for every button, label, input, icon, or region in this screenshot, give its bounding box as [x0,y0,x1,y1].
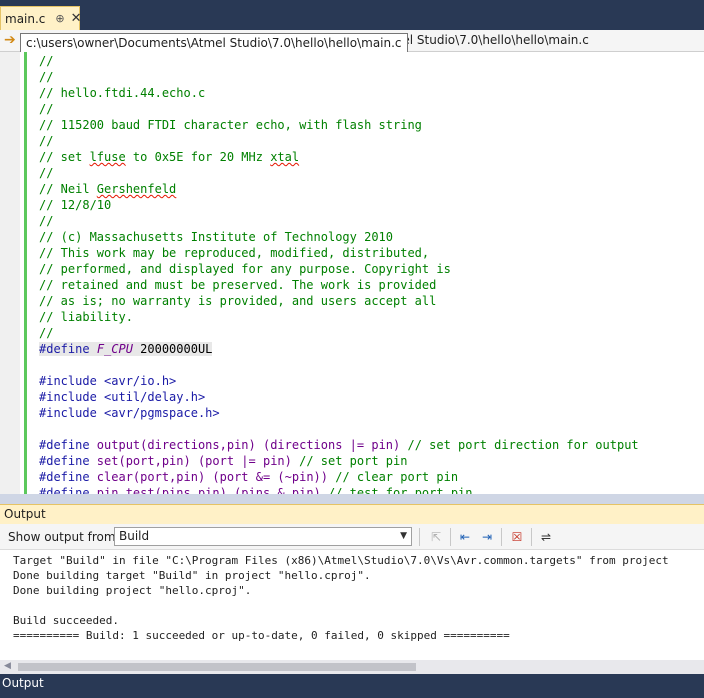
code-line: // [39,54,54,68]
output-window-title: Output [0,504,704,524]
code-editor[interactable]: // // // hello.ftdi.44.echo.c // // 1152… [0,52,704,494]
tab-label: main.c [5,11,46,26]
toggle-word-wrap-icon[interactable]: ⇌ [538,529,554,545]
tab-output[interactable]: Output [0,676,44,690]
code-line: #define set(port,pin) (port |= pin) // s… [39,454,408,468]
toolbar-separator [450,528,451,546]
output-source-dropdown[interactable]: Build ▼ [114,527,412,546]
code-line: // [39,134,54,148]
go-to-previous-message-icon[interactable]: ⇤ [457,529,473,545]
output-line: Target "Build" in file "C:\Program Files… [13,554,669,567]
code-line: #define pin_test(pins,pin) (pins & pin) … [39,486,473,494]
arrow-right-icon[interactable]: ➔ [4,33,18,47]
toolbar-separator [531,528,532,546]
go-to-next-message-icon[interactable]: ⇥ [479,529,495,545]
code-line: #include <avr/pgmspace.h> [39,406,220,420]
indicator-margin [0,52,20,494]
tool-window-tab-bar: Output [0,674,704,698]
file-path-tooltip: c:\users\owner\Documents\Atmel Studio\7.… [20,33,408,53]
change-tracking-bar [24,52,27,494]
document-tab-bar: main.c ⊕ ✕ [0,0,704,30]
code-line: // (c) Massachusetts Institute of Techno… [39,230,394,244]
chevron-down-icon: ▼ [400,531,407,541]
code-line: // as is; no warranty is provided, and u… [39,294,437,308]
output-text-area[interactable]: Target "Build" in file "C:\Program Files… [0,550,704,660]
pin-icon[interactable]: ⊕ [55,12,64,25]
code-line: #include <util/delay.h> [39,390,206,404]
output-line: Done building target "Build" in project … [13,569,371,582]
clear-all-icon[interactable]: ☒ [509,529,525,545]
scrollbar-thumb[interactable] [18,663,416,671]
file-path: Atmel Studio\7.0\hello\hello\main.c [378,33,589,47]
code-line: // set lfuse to 0x5E for 20 MHz xtal [39,150,300,164]
code-line: // [39,102,54,116]
code-line: #include <avr/io.h> [39,374,177,388]
code-line: // Neil Gershenfeld [39,182,177,196]
code-line: // 12/8/10 [39,198,112,212]
code-line: // retained and must be preserved. The w… [39,278,437,292]
code-line: // 115200 baud FTDI character echo, with… [39,118,422,132]
close-icon[interactable]: ✕ [71,11,82,26]
find-message-in-code-icon[interactable]: ⇱ [428,529,444,545]
code-line: // performed, and displayed for any purp… [39,262,451,276]
horizontal-scrollbar[interactable]: ◀ [0,660,704,674]
output-line: Build succeeded. [13,614,119,627]
code-line: // [39,214,54,228]
code-line: // hello.ftdi.44.echo.c [39,86,206,100]
code-line-current: #define F_CPU 20000000UL [39,342,213,356]
show-output-from-label: Show output from: [8,530,120,544]
scroll-left-icon[interactable]: ◀ [4,661,11,671]
code-line: // This work may be reproduced, modified… [39,246,430,260]
code-line: #define output(directions,pin) (directio… [39,438,639,452]
toolbar-separator [501,528,502,546]
code-line: // liability. [39,310,133,324]
output-toolbar: Show output from: Build ▼ ⇱ ⇤ ⇥ ☒ ⇌ [0,524,704,550]
code-line: // [39,326,54,340]
output-line: ========== Build: 1 succeeded or up-to-d… [13,629,510,642]
code-line: // [39,166,54,180]
toolbar-separator [419,528,420,546]
code-text[interactable]: // // // hello.ftdi.44.echo.c // // 1152… [39,53,639,494]
output-line: Done building project "hello.cproj". [13,584,252,597]
tab-main-c[interactable]: main.c ⊕ ✕ [0,6,82,30]
code-line: #define clear(port,pin) (port &= (~pin))… [39,470,459,484]
pane-splitter[interactable] [0,494,704,504]
output-source-value: Build [119,529,150,543]
output-log: Target "Build" in file "C:\Program Files… [13,553,669,643]
code-line: // [39,70,54,84]
